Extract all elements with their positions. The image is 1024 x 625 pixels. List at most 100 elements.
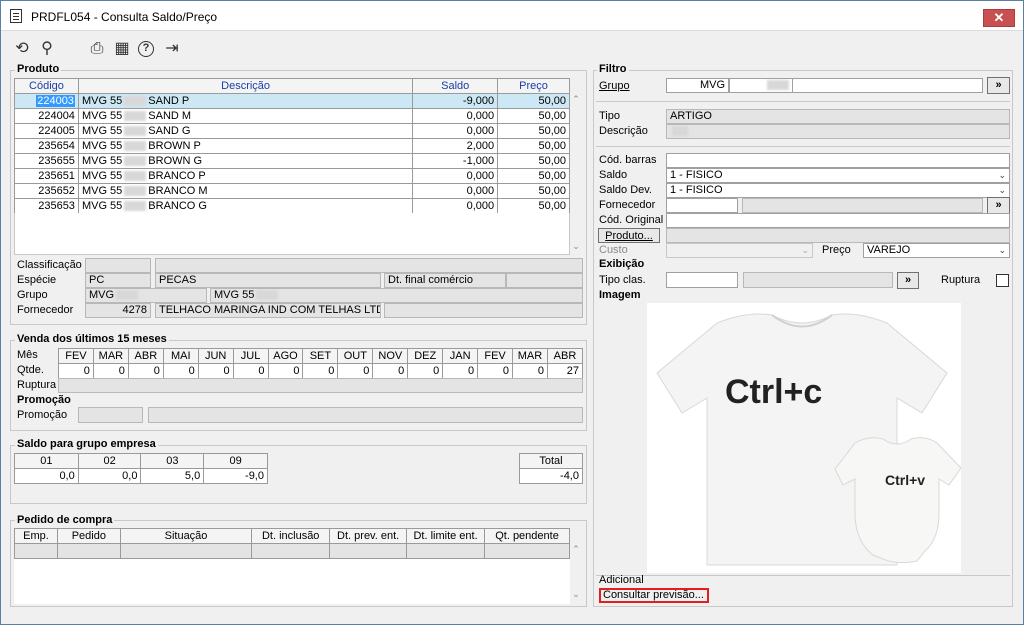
calendar-icon[interactable]: ▦ [113,40,131,58]
scroll-down-icon[interactable]: ⌄ [569,241,583,252]
fornecedor-lookup-button[interactable]: » [987,197,1010,214]
month-qty: 27 [546,363,584,379]
chevron-down-icon: ⌄ [801,245,809,255]
month-qty: 0 [197,363,234,379]
total-value: -4,0 [519,468,583,484]
table-row[interactable]: 224005 MVG 55 SAND G 0,000 50,00 [14,123,570,139]
row-desc-b: BROWN G [148,155,203,167]
col-qt-pendente[interactable]: Qt. pendente [484,528,570,544]
col-pedido[interactable]: Pedido [56,528,121,544]
month-header: JAN [442,348,479,364]
month-header: OUT [337,348,374,364]
table-row[interactable]: 235652 MVG 55 BRANCO M 0,000 50,00 [14,183,570,199]
ruptura-checkbox[interactable] [996,274,1009,287]
table-row[interactable]: 224004 MVG 55 SAND M 0,000 50,00 [14,108,570,124]
row-codigo: 224005 [14,123,79,139]
saldo-grupo-table: 01 02 03 09 0,0 0,0 5,0 -9,0 [14,453,268,484]
month-header: ABR [127,348,164,364]
scroll-up-icon[interactable]: ⌃ [569,544,583,555]
table-row[interactable]: 235651 MVG 55 BRANCO P 0,000 50,00 [14,168,570,184]
scroll-up-icon[interactable]: ⌃ [569,94,583,105]
col-emp[interactable]: Emp. [14,528,58,544]
descricao-label: Descrição [599,125,648,137]
row-desc-b: BROWN P [148,140,201,152]
col-situacao[interactable]: Situação [119,528,253,544]
saldo-dev-select[interactable]: 1 - FISICO ⌄ [666,183,1010,198]
toolbar: ⟲ ⚲ ⎙ ▦ ? ⇥ [1,32,1023,64]
col-dt-prev-ent[interactable]: Dt. prev. ent. [329,528,408,544]
pedido-empty-area [14,559,570,604]
tshirt-text-big: Ctrl+c [725,373,822,411]
month-header: DEZ [407,348,444,364]
consultar-previsao-link[interactable]: Consultar previsão... [599,588,709,603]
help-icon[interactable]: ? [138,41,154,57]
cod-barras-label: Cód. barras [599,154,657,166]
chevron-down-icon: ⌄ [998,170,1006,180]
month-header: JUL [232,348,269,364]
promocao-section-title: Promoção [15,394,73,406]
emp-value: 0,0 [14,468,79,484]
cod-barras-input[interactable] [666,153,1010,168]
tipo-clas-code[interactable] [666,272,738,288]
tipo-clas-lookup-button[interactable]: » [897,272,919,289]
col-descricao[interactable]: Descrição [77,78,414,94]
promocao-code [78,407,143,423]
row-codigo: 235652 [14,183,79,199]
cod-original-input[interactable] [666,213,1010,228]
fornecedor-extra [384,303,583,318]
custo-select[interactable]: ⌄ [666,243,813,258]
tipo-label: Tipo [599,110,620,122]
fornecedor-filter-code[interactable] [666,198,738,213]
classificacao-desc [155,258,583,273]
month-header: FEV [477,348,514,364]
month-header: MAR [512,348,548,364]
refresh-icon[interactable]: ⟲ [13,40,31,58]
row-preco: 50,00 [497,123,570,139]
grupo-filter-name[interactable] [729,78,793,93]
grupo-filter-label: Grupo [599,80,630,92]
table-row[interactable]: 235655 MVG 55 BROWN G -1,000 50,00 [14,153,570,169]
col-preco[interactable]: Preço [497,78,570,94]
produto-button[interactable]: Produto... [598,228,660,243]
row-saldo: -9,000 [412,93,499,109]
col-saldo[interactable]: Saldo [412,78,499,94]
preco-select[interactable]: VAREJO ⌄ [863,243,1010,258]
title-bar: PRDFL054 - Consulta Saldo/Preço ✕ [1,1,1023,31]
print-icon[interactable]: ⎙ [88,40,106,58]
grupo-filter-desc[interactable] [793,78,983,93]
search-icon[interactable]: ⚲ [38,40,56,58]
grupo-filter-code[interactable]: MVG [666,78,729,93]
grupo-label: Grupo [17,289,48,301]
table-row[interactable]: 224003 MVG 55 SAND P -9,000 50,00 [14,93,570,109]
row-saldo: 0,000 [412,168,499,184]
ruptura-label: Ruptura [17,379,57,391]
col-dt-limite-ent[interactable]: Dt. limite ent. [406,528,486,544]
table-row[interactable]: 235653 MVG 55 BRANCO G 0,000 50,00 [14,198,570,214]
tipo-clas-label: Tipo clas. [599,274,646,286]
grupo-lookup-button[interactable]: » [987,77,1010,94]
col-dt-inclusao[interactable]: Dt. inclusão [251,528,331,544]
table-row[interactable]: 235654 MVG 55 BROWN P 2,000 50,00 [14,138,570,154]
scroll-down-icon[interactable]: ⌄ [569,589,583,600]
produto-table: Código Descrição Saldo Preço 224003 MVG … [14,78,570,214]
month-header: NOV [372,348,409,364]
custo-label: Custo [599,244,628,256]
vendas-section-title: Venda dos últimos 15 meses [15,333,169,345]
emp-col: 09 [203,453,268,469]
document-icon [10,9,22,23]
mes-label: Mês [17,349,38,361]
close-button[interactable]: ✕ [983,9,1015,27]
row-desc-b: SAND P [148,95,190,107]
classificacao-label: Classificação [17,259,82,271]
saldo-select[interactable]: 1 - FISICO ⌄ [666,168,1010,183]
tipo-clas-desc [743,272,893,288]
filtro-section-title: Filtro [597,63,629,75]
row-desc-a: MVG 55 [81,185,123,197]
exit-icon[interactable]: ⇥ [163,40,181,58]
chevron-down-icon: ⌄ [998,185,1006,195]
month-qty: 0 [337,363,374,379]
emp-col: 01 [14,453,79,469]
descricao-value [666,124,1010,139]
month-header: MAI [162,348,199,364]
col-codigo[interactable]: Código [14,78,79,94]
